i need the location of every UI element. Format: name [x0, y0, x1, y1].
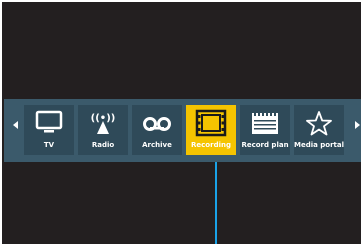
- menu-item-label: Archive: [142, 141, 172, 149]
- menu-item-record-plan[interactable]: Record plan: [240, 105, 290, 155]
- tv-icon: [35, 110, 63, 133]
- menu-item-tv[interactable]: TV: [24, 105, 74, 155]
- menu-item-archive[interactable]: Archive: [132, 105, 182, 155]
- star-icon: [306, 111, 332, 136]
- menu-item-label: Radio: [91, 141, 115, 149]
- main-menu-bar: TV ((•)) Radio Archive Recording Record …: [4, 99, 361, 162]
- menu-item-recording[interactable]: Recording: [186, 105, 236, 155]
- tape-reel-icon: [143, 117, 171, 131]
- menu-item-label: Record plan: [241, 141, 289, 149]
- tv-display: TV ((•)) Radio Archive Recording Record …: [2, 2, 361, 244]
- film-strip-icon: [195, 109, 227, 137]
- menu-item-media-portal[interactable]: Media portal: [294, 105, 344, 155]
- screen: TV ((•)) Radio Archive Recording Record …: [0, 0, 364, 247]
- radio-antenna-icon: ((•)): [91, 113, 115, 134]
- scroll-right-arrow-icon[interactable]: [355, 121, 360, 129]
- scroll-left-arrow-icon[interactable]: [13, 121, 18, 129]
- calendar-icon: [252, 111, 278, 134]
- menu-item-label: TV: [43, 141, 55, 149]
- menu-item-radio[interactable]: ((•)) Radio: [78, 105, 128, 155]
- menu-item-label: Media portal: [294, 141, 345, 149]
- menu-item-label: Recording: [191, 141, 231, 149]
- selection-indicator-line: [215, 162, 217, 244]
